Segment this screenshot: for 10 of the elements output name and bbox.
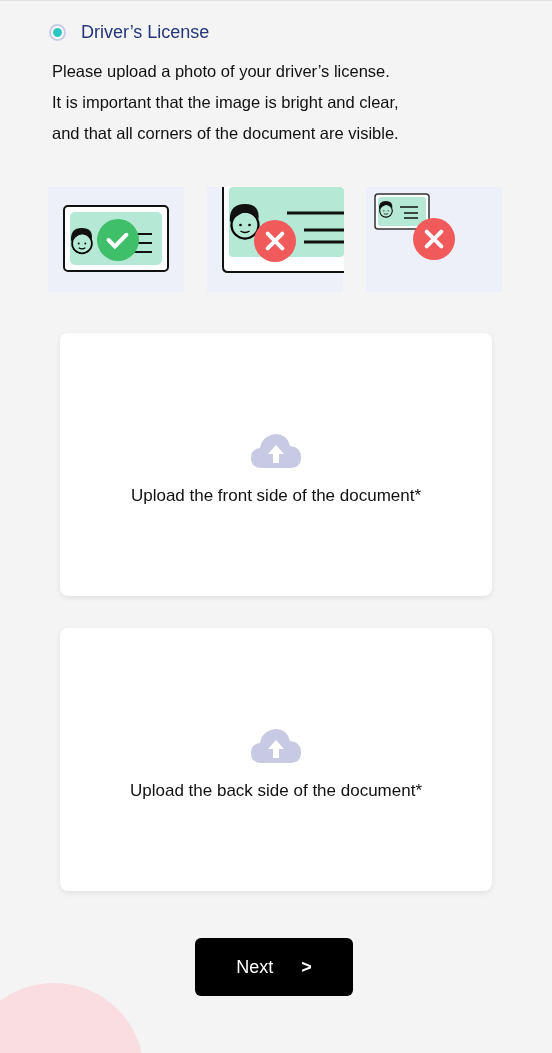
radio-button[interactable]: [49, 24, 66, 41]
instruction-line: and that all corners of the document are visible.: [52, 123, 400, 144]
upload-label: Upload the back side of the document*: [130, 779, 422, 802]
upload-area[interactable]: Upload the front side of the document*: [60, 333, 492, 596]
instruction-line: Please upload a photo of your driver’s license.: [52, 61, 391, 82]
upload-area[interactable]: Upload the back side of the document*: [60, 628, 492, 891]
option-label: Driver’s License: [81, 21, 210, 44]
instruction-line: It is important that the image is bright and clear,: [52, 92, 400, 113]
upload-label: Upload the front side of the document*: [130, 484, 422, 507]
next-button[interactable]: Next >: [195, 938, 353, 996]
